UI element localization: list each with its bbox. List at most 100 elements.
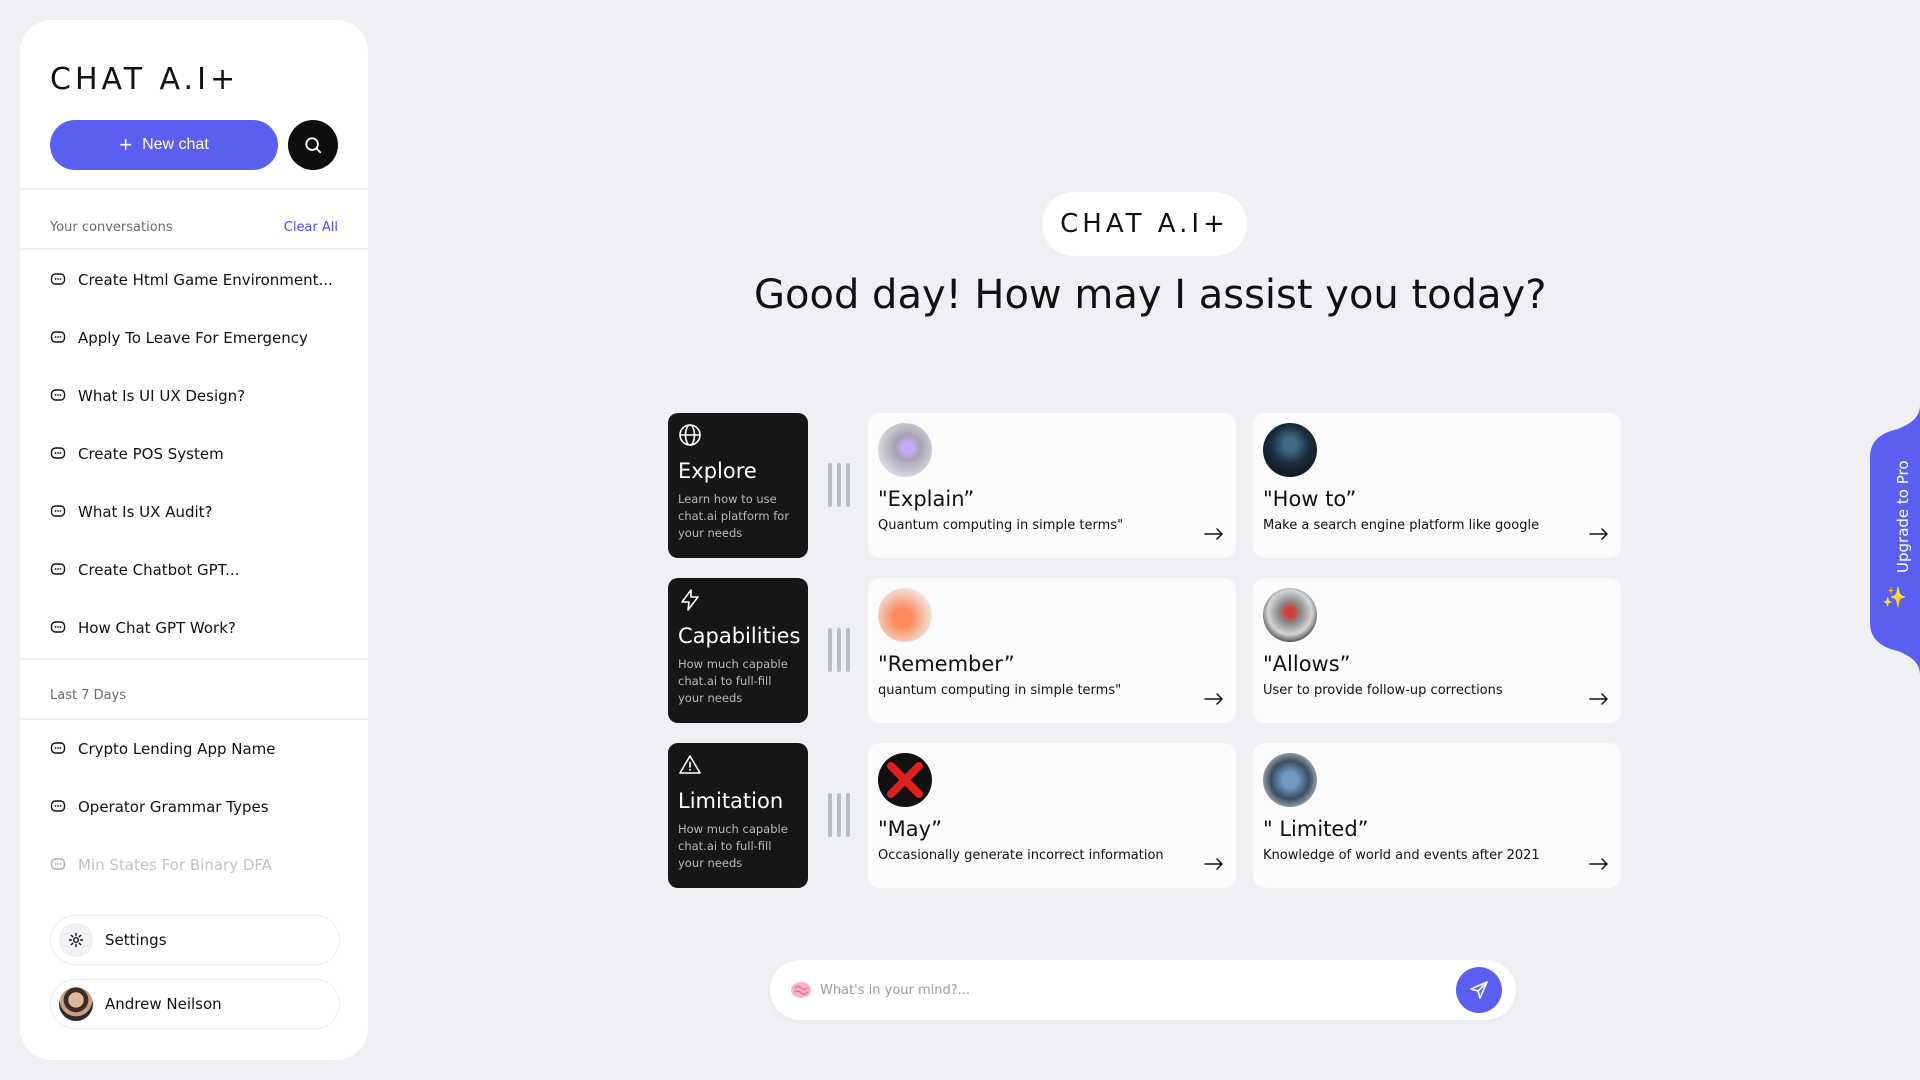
conversation-item[interactable]: Apply To Leave For Emergency: [50, 309, 350, 367]
drag-handle[interactable]: [828, 463, 850, 507]
chat-bubble-icon: [50, 800, 66, 812]
greeting-title: Good day! How may I assist you today?: [754, 272, 1547, 318]
prompt-card-allows[interactable]: "Allows” User to provide follow-up corre…: [1253, 578, 1621, 723]
conversation-item[interactable]: Create Html Game Environment...: [50, 251, 350, 309]
arrow-right-icon: [1589, 528, 1608, 540]
prompt-subtitle: Occasionally generate incorrect informat…: [878, 848, 1164, 863]
brand-logo: CHAT A.I+: [1042, 192, 1247, 256]
conversation-title: Create Chatbot GPT...: [78, 561, 240, 579]
conversation-title: Min States For Binary DFA: [78, 856, 272, 874]
category-desc: How much capable chat.ai to full-fill yo…: [678, 822, 788, 870]
chat-bubble-icon: [50, 505, 66, 517]
conversation-item[interactable]: Min States For Binary DFA: [50, 836, 350, 894]
settings-label: Settings: [105, 931, 167, 949]
drag-handle[interactable]: [828, 793, 850, 837]
prompt-subtitle: quantum computing in simple terms": [878, 683, 1122, 698]
prompt-thumbnail: [1263, 753, 1317, 807]
lightning-icon: [681, 589, 699, 611]
upgrade-to-pro-tab[interactable]: Upgrade to Pro ✨: [1870, 405, 1920, 675]
conversation-item[interactable]: What Is UI UX Design?: [50, 367, 350, 425]
prompt-card-explain[interactable]: "Explain” Quantum computing in simple te…: [868, 413, 1236, 558]
send-button[interactable]: [1456, 967, 1502, 1013]
prompt-thumbnail: [878, 423, 932, 477]
settings-button[interactable]: Settings: [50, 915, 340, 965]
arrow-right-icon: [1589, 693, 1608, 705]
conversation-item[interactable]: Operator Grammar Types: [50, 778, 350, 836]
send-icon: [1470, 981, 1488, 999]
prompt-subtitle: Quantum computing in simple terms": [878, 518, 1124, 533]
category-card-capabilities[interactable]: Capabilities How much capable chat.ai to…: [668, 578, 808, 723]
prompt-card-may[interactable]: "May” Occasionally generate incorrect in…: [868, 743, 1236, 888]
avatar: [59, 987, 93, 1021]
conversations-header: Your conversations Clear All: [50, 220, 338, 235]
chat-bubble-icon: [50, 563, 66, 575]
prompt-card-how-to[interactable]: "How to” Make a search engine platform l…: [1253, 413, 1621, 558]
conversation-title: Apply To Leave For Emergency: [78, 329, 308, 347]
prompt-title: "Allows”: [1263, 652, 1351, 676]
prompt-thumbnail: [1263, 423, 1317, 477]
prompt-title: "How to”: [1263, 487, 1357, 511]
prompt-title: "May”: [878, 817, 942, 841]
conversation-item[interactable]: What Is UX Audit?: [50, 483, 350, 541]
conversation-title: Create POS System: [78, 445, 224, 463]
warning-icon: [679, 755, 701, 774]
message-input[interactable]: [820, 970, 1420, 1010]
drag-handle[interactable]: [828, 628, 850, 672]
plus-icon: +: [119, 132, 133, 157]
last7-header: Last 7 Days: [50, 688, 338, 703]
search-icon: [305, 137, 322, 154]
globe-icon: [679, 424, 701, 446]
category-card-limitation[interactable]: Limitation How much capable chat.ai to f…: [668, 743, 808, 888]
category-title: Limitation: [678, 789, 784, 813]
prompt-title: "Remember”: [878, 652, 1015, 676]
sidebar: CHAT A.I+ + New chat Your conversations …: [20, 20, 368, 1060]
conversation-title: Operator Grammar Types: [78, 798, 269, 816]
conversations-heading: Your conversations: [50, 220, 173, 235]
sparkle-icon: ✨: [1882, 585, 1907, 609]
category-title: Explore: [678, 459, 757, 483]
conversation-list: Create Html Game Environment... Apply To…: [50, 251, 350, 657]
brain-icon: [791, 982, 811, 998]
user-name: Andrew Neilson: [105, 995, 222, 1013]
chat-bubble-icon: [50, 447, 66, 459]
new-chat-button[interactable]: + New chat: [50, 120, 278, 170]
category-card-explore[interactable]: Explore Learn how to use chat.ai platfor…: [668, 413, 808, 558]
conversation-item[interactable]: Crypto Lending App Name: [50, 720, 350, 778]
conversation-item[interactable]: How Chat GPT Work?: [50, 599, 350, 657]
prompt-subtitle: Make a search engine platform like googl…: [1263, 518, 1540, 533]
prompt-title: "Explain”: [878, 487, 975, 511]
upgrade-label: Upgrade to Pro: [1894, 460, 1912, 573]
chat-bubble-icon: [50, 331, 66, 343]
category-desc: How much capable chat.ai to full-fill yo…: [678, 657, 788, 705]
clear-all-link[interactable]: Clear All: [284, 220, 338, 235]
x-mark-icon: [887, 762, 923, 798]
conversation-title: How Chat GPT Work?: [78, 619, 236, 637]
conversation-title: Crypto Lending App Name: [78, 740, 276, 758]
prompt-card-remember[interactable]: "Remember” quantum computing in simple t…: [868, 578, 1236, 723]
user-profile-button[interactable]: Andrew Neilson: [50, 979, 340, 1029]
arrow-right-icon: [1589, 858, 1608, 870]
last7-list: Crypto Lending App Name Operator Grammar…: [50, 720, 350, 894]
prompt-title: " Limited”: [1263, 817, 1369, 841]
category-title: Capabilities: [678, 624, 801, 648]
chat-bubble-icon: [50, 273, 66, 285]
prompt-card-limited[interactable]: " Limited” Knowledge of world and events…: [1253, 743, 1621, 888]
prompt-thumbnail: [878, 588, 932, 642]
conversation-title: Create Html Game Environment...: [78, 271, 333, 289]
conversation-item[interactable]: Create Chatbot GPT...: [50, 541, 350, 599]
search-button[interactable]: [288, 120, 338, 170]
prompt-subtitle: Knowledge of world and events after 2021: [1263, 848, 1540, 863]
new-chat-label: New chat: [142, 136, 209, 153]
settings-icon-wrap: [59, 923, 93, 957]
sidebar-logo: CHAT A.I+: [50, 62, 240, 97]
conversation-title: What Is UX Audit?: [78, 503, 213, 521]
conversation-item[interactable]: Create POS System: [50, 425, 350, 483]
divider: [20, 248, 368, 250]
arrow-right-icon: [1204, 693, 1223, 705]
chat-bubble-icon: [50, 621, 66, 633]
message-composer: [770, 960, 1516, 1020]
divider: [20, 658, 368, 660]
chat-bubble-icon: [50, 858, 66, 870]
prompt-thumbnail: [878, 753, 932, 807]
prompt-thumbnail: [1263, 588, 1317, 642]
